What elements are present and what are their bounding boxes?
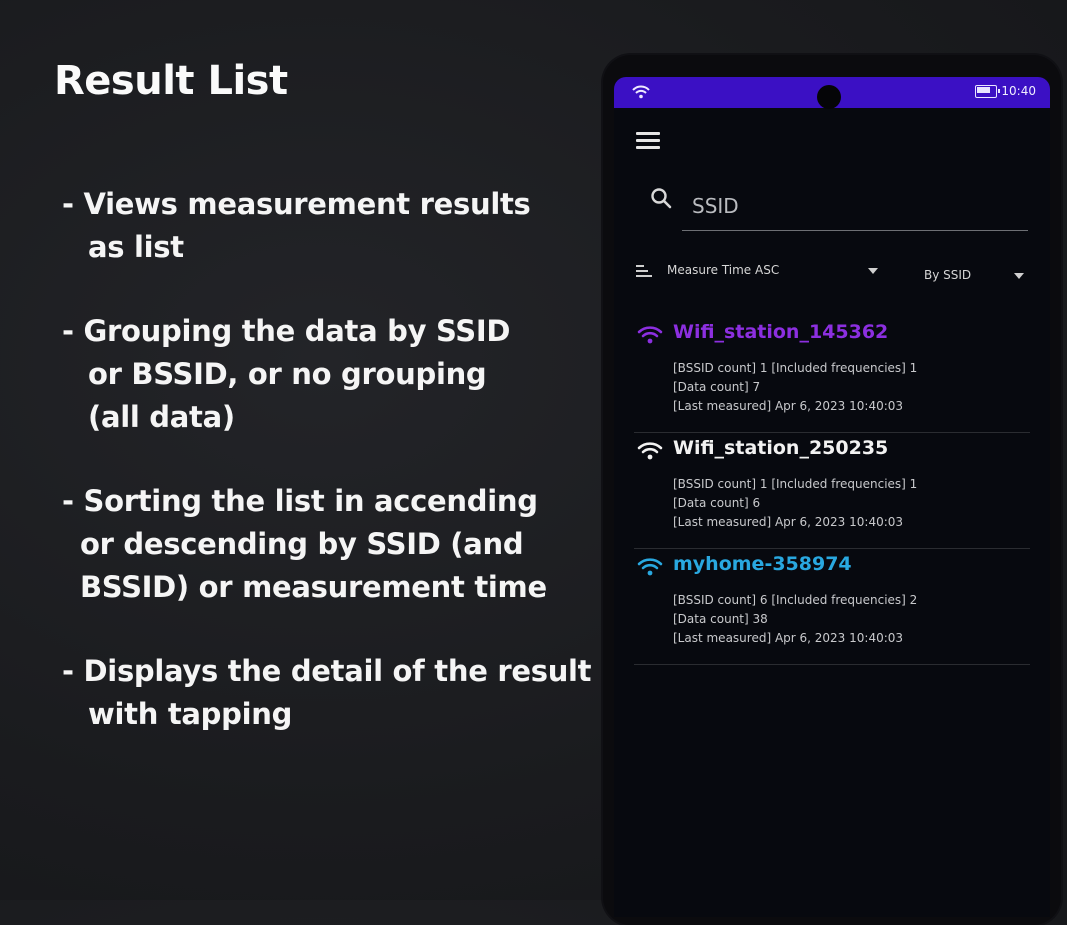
wifi-icon <box>632 84 650 103</box>
bullet-line: (all data) <box>88 400 235 434</box>
item-details: [BSSID count] 1 [Included frequencies] 1… <box>673 475 917 532</box>
item-details: [BSSID count] 6 [Included frequencies] 2… <box>673 591 917 648</box>
detail-line: [BSSID count] 1 [Included frequencies] 1 <box>673 477 918 491</box>
app-screen: 10:40 Measure Time ASC By SSID <box>614 77 1050 917</box>
bullet-line: - Views measurement results <box>62 187 531 221</box>
search-input[interactable] <box>682 181 1028 231</box>
bullet-line: - Grouping the data by SSID <box>62 314 511 348</box>
detail-line: [BSSID count] 6 [Included frequencies] 2 <box>673 593 918 607</box>
grouping-dropdown[interactable]: By SSID <box>924 268 971 282</box>
bullet-line: or descending by SSID (and <box>80 527 524 561</box>
bullet-line: as list <box>88 230 184 264</box>
bullet-line: - Displays the detail of the result <box>62 654 592 688</box>
detail-line: [Data count] 6 <box>673 496 761 510</box>
feature-bullet-grouping: - Grouping the data by SSID or BSSID, or… <box>62 310 510 439</box>
detail-line: [Data count] 38 <box>673 612 768 626</box>
detail-line: [BSSID count] 1 [Included frequencies] 1 <box>673 361 918 375</box>
bullet-line: or BSSID, or no grouping <box>88 357 487 391</box>
battery-icon <box>975 84 1001 98</box>
chevron-down-icon[interactable] <box>868 268 878 274</box>
bullet-line: with tapping <box>88 697 293 731</box>
ssid-title: Wifi_station_145362 <box>673 321 889 343</box>
menu-icon[interactable] <box>636 132 660 153</box>
status-indicators: 10:40 <box>975 84 1036 98</box>
phone-frame: 10:40 Measure Time ASC By SSID <box>603 55 1061 925</box>
ssid-title: Wifi_station_250235 <box>673 437 889 459</box>
detail-line: [Last measured] Apr 6, 2023 10:40:03 <box>673 515 904 529</box>
detail-line: [Last measured] Apr 6, 2023 10:40:03 <box>673 399 904 413</box>
camera-cutout <box>817 85 841 109</box>
feature-bullet-detail: - Displays the detail of the result with… <box>62 650 592 736</box>
chevron-down-icon[interactable] <box>1014 273 1024 279</box>
sort-dropdown[interactable]: Measure Time ASC <box>667 263 779 277</box>
wifi-icon <box>637 557 663 581</box>
item-details: [BSSID count] 1 [Included frequencies] 1… <box>673 359 917 416</box>
list-item[interactable]: Wifi_station_145362 [BSSID count] 1 [Inc… <box>634 317 1030 433</box>
list-item[interactable]: Wifi_station_250235 [BSSID count] 1 [Inc… <box>634 433 1030 549</box>
status-bar: 10:40 <box>614 77 1050 109</box>
detail-line: [Data count] 7 <box>673 380 761 394</box>
ssid-title: myhome-358974 <box>673 553 852 575</box>
detail-line: [Last measured] Apr 6, 2023 10:40:03 <box>673 631 904 645</box>
search-icon <box>650 187 672 213</box>
feature-bullet-list-view: - Views measurement results as list <box>62 183 531 269</box>
bullet-line: BSSID) or measurement time <box>80 570 547 604</box>
feature-bullet-sorting: - Sorting the list in accending or desce… <box>62 480 547 609</box>
status-time: 10:40 <box>1001 84 1036 98</box>
promo-title: Result List <box>54 58 288 104</box>
bullet-line: - Sorting the list in accending <box>62 484 538 518</box>
wifi-icon <box>637 441 663 465</box>
sort-filter-row: Measure Time ASC By SSID <box>614 259 1050 287</box>
sort-icon <box>636 265 652 280</box>
list-item[interactable]: myhome-358974 [BSSID count] 6 [Included … <box>634 549 1030 665</box>
wifi-icon <box>637 325 663 349</box>
result-list: Wifi_station_145362 [BSSID count] 1 [Inc… <box>634 317 1030 665</box>
